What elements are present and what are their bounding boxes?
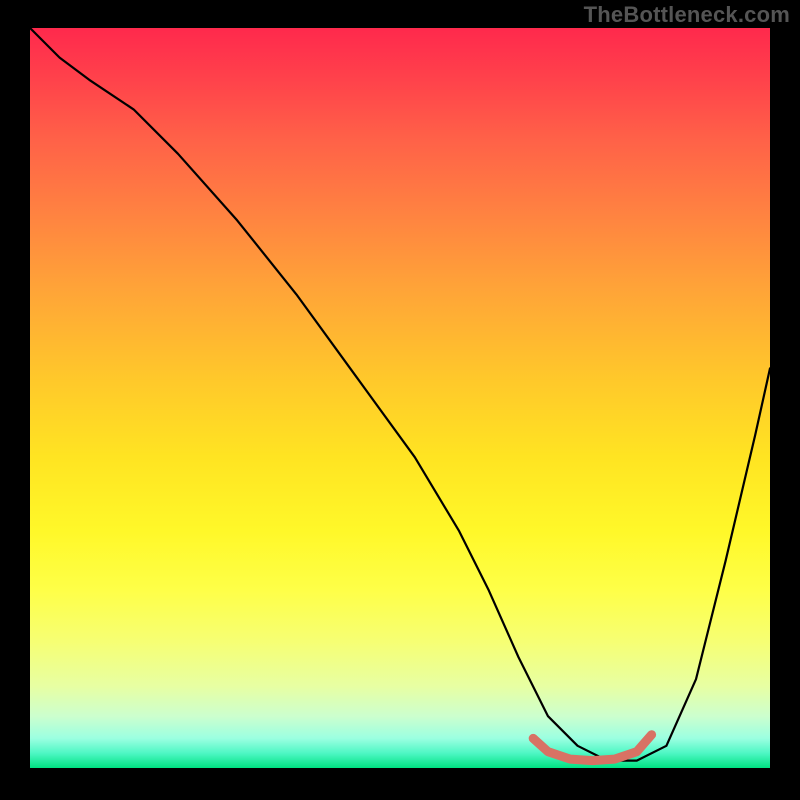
trough-highlight [533,735,651,761]
watermark-text: TheBottleneck.com [584,2,790,28]
plot-area [30,28,770,768]
bottleneck-curve [30,28,770,761]
chart-stage: TheBottleneck.com [0,0,800,800]
curve-layer [30,28,770,768]
